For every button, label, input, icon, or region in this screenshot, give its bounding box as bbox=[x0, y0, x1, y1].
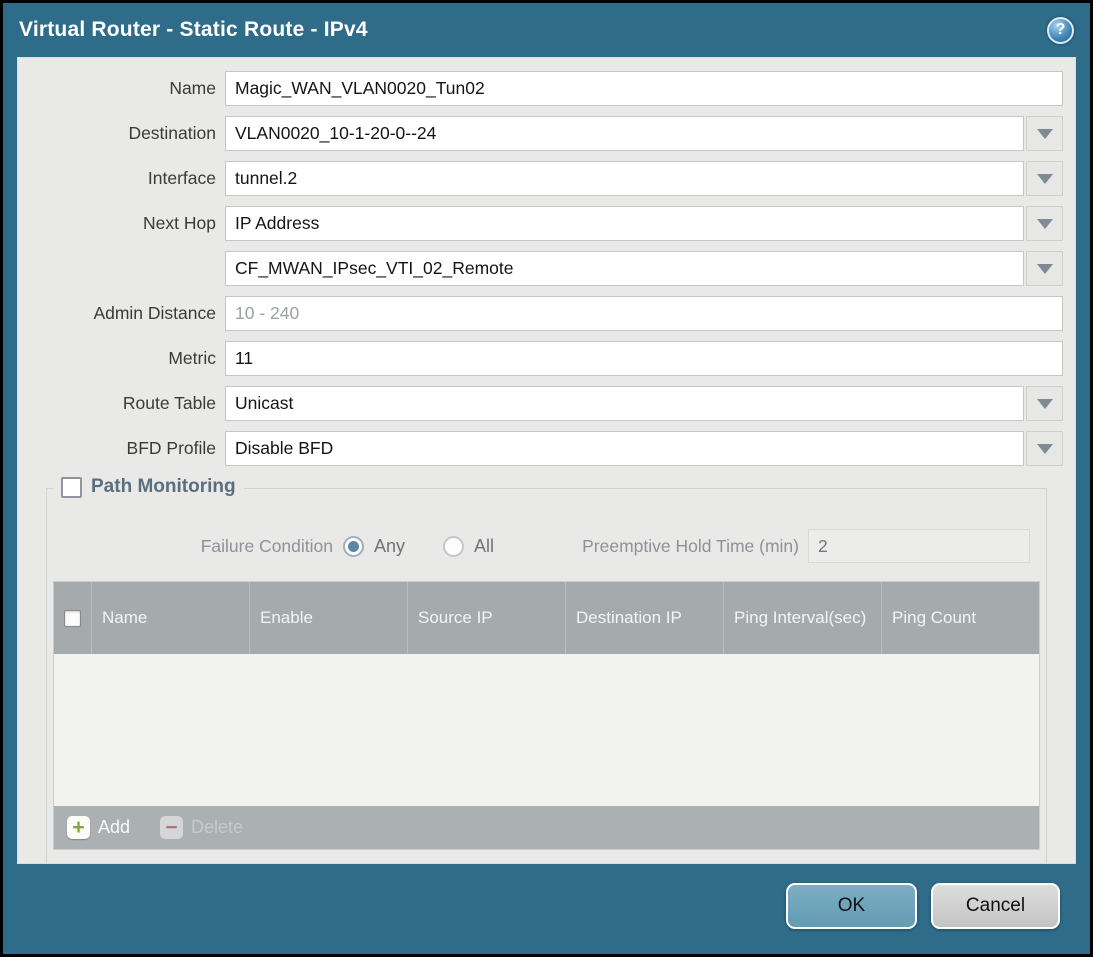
destination-input[interactable] bbox=[225, 116, 1024, 151]
failure-condition-any-label: Any bbox=[374, 536, 405, 557]
next-hop-row: Next Hop bbox=[30, 206, 1063, 241]
route-table-input[interactable] bbox=[225, 386, 1024, 421]
cancel-button[interactable]: Cancel bbox=[931, 883, 1060, 929]
path-monitoring-table: Name Enable Source IP Destination IP Pin… bbox=[53, 581, 1040, 850]
chevron-down-icon bbox=[1037, 264, 1053, 274]
admin-distance-label: Admin Distance bbox=[30, 303, 225, 324]
interface-dropdown-button[interactable] bbox=[1026, 161, 1063, 196]
bfd-profile-input[interactable] bbox=[225, 431, 1024, 466]
next-hop-address-dropdown-button[interactable] bbox=[1026, 251, 1063, 286]
chevron-down-icon bbox=[1037, 444, 1053, 454]
name-label: Name bbox=[30, 78, 225, 99]
header-checkbox-cell bbox=[54, 582, 91, 654]
route-table-row: Route Table bbox=[30, 386, 1063, 421]
select-all-checkbox[interactable] bbox=[64, 610, 81, 627]
metric-input[interactable] bbox=[225, 341, 1063, 376]
chevron-down-icon bbox=[1037, 174, 1053, 184]
next-hop-type-dropdown-button[interactable] bbox=[1026, 206, 1063, 241]
column-header-ping-interval[interactable]: Ping Interval(sec) bbox=[723, 582, 881, 654]
name-row: Name bbox=[30, 71, 1063, 106]
radio-selected-icon bbox=[343, 536, 364, 557]
table-header: Name Enable Source IP Destination IP Pin… bbox=[54, 582, 1039, 654]
interface-row: Interface bbox=[30, 161, 1063, 196]
add-plus-icon: + bbox=[67, 816, 90, 839]
ok-button-label: OK bbox=[838, 895, 865, 917]
dialog-content: Name Destination Interface bbox=[17, 57, 1076, 864]
table-body-empty bbox=[54, 654, 1039, 806]
help-button[interactable]: ? bbox=[1047, 17, 1074, 44]
column-header-ping-count[interactable]: Ping Count bbox=[881, 582, 1039, 654]
add-button-label: Add bbox=[98, 817, 130, 838]
chevron-down-icon bbox=[1037, 129, 1053, 139]
preemptive-hold-time-label: Preemptive Hold Time (min) bbox=[582, 536, 808, 557]
bfd-profile-row: BFD Profile bbox=[30, 431, 1063, 466]
table-footer: + Add − Delete bbox=[54, 806, 1039, 849]
metric-row: Metric bbox=[30, 341, 1063, 376]
next-hop-type-input[interactable] bbox=[225, 206, 1024, 241]
name-input[interactable] bbox=[225, 71, 1063, 106]
chevron-down-icon bbox=[1037, 399, 1053, 409]
failure-condition-all-option[interactable]: All bbox=[443, 536, 494, 557]
static-route-dialog: Virtual Router - Static Route - IPv4 ? N… bbox=[3, 3, 1090, 954]
route-table-label: Route Table bbox=[30, 393, 225, 414]
chevron-down-icon bbox=[1037, 219, 1053, 229]
column-header-source-ip[interactable]: Source IP bbox=[407, 582, 565, 654]
cancel-button-label: Cancel bbox=[966, 895, 1025, 917]
delete-minus-icon: − bbox=[160, 816, 183, 839]
next-hop-label: Next Hop bbox=[30, 213, 225, 234]
destination-dropdown-button[interactable] bbox=[1026, 116, 1063, 151]
column-header-enable[interactable]: Enable bbox=[249, 582, 407, 654]
interface-label: Interface bbox=[30, 168, 225, 189]
help-icon: ? bbox=[1056, 21, 1066, 39]
next-hop-address-input[interactable] bbox=[225, 251, 1024, 286]
radio-unselected-icon bbox=[443, 536, 464, 557]
dialog-title: Virtual Router - Static Route - IPv4 bbox=[19, 18, 368, 42]
failure-condition-label: Failure Condition bbox=[53, 536, 343, 557]
dialog-footer: OK Cancel bbox=[3, 864, 1090, 954]
path-monitoring-section: Path Monitoring Failure Condition Any Al… bbox=[46, 488, 1047, 864]
path-monitoring-checkbox[interactable] bbox=[61, 477, 82, 498]
route-table-dropdown-button[interactable] bbox=[1026, 386, 1063, 421]
column-header-destination-ip[interactable]: Destination IP bbox=[565, 582, 723, 654]
column-header-name[interactable]: Name bbox=[91, 582, 249, 654]
interface-input[interactable] bbox=[225, 161, 1024, 196]
delete-button-label: Delete bbox=[191, 817, 243, 838]
metric-label: Metric bbox=[30, 348, 225, 369]
destination-row: Destination bbox=[30, 116, 1063, 151]
next-hop-address-row bbox=[30, 251, 1063, 286]
failure-condition-all-label: All bbox=[474, 536, 494, 557]
destination-label: Destination bbox=[30, 123, 225, 144]
preemptive-hold-time-input[interactable] bbox=[808, 529, 1030, 563]
bfd-profile-label: BFD Profile bbox=[30, 438, 225, 459]
dialog-titlebar: Virtual Router - Static Route - IPv4 ? bbox=[3, 3, 1090, 53]
admin-distance-row: Admin Distance bbox=[30, 296, 1063, 331]
add-button[interactable]: + Add bbox=[67, 816, 130, 839]
path-monitoring-title: Path Monitoring bbox=[91, 476, 236, 498]
bfd-profile-dropdown-button[interactable] bbox=[1026, 431, 1063, 466]
failure-condition-row: Failure Condition Any All Preemptive Hol… bbox=[53, 529, 1030, 563]
failure-condition-any-option[interactable]: Any bbox=[343, 536, 405, 557]
admin-distance-input[interactable] bbox=[225, 296, 1063, 331]
delete-button[interactable]: − Delete bbox=[160, 816, 243, 839]
ok-button[interactable]: OK bbox=[786, 883, 917, 929]
